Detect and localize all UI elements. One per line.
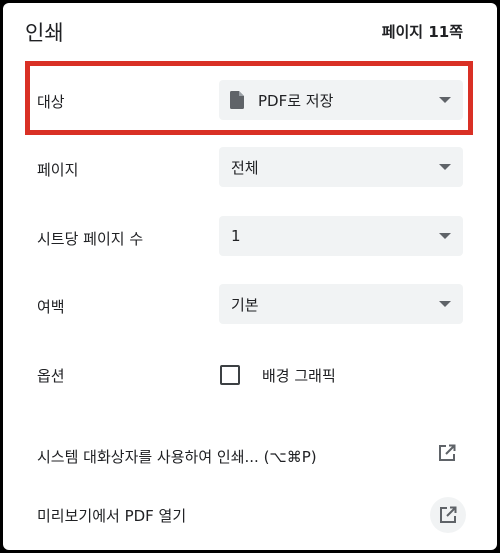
- pages-label: 페이지: [37, 161, 79, 179]
- destination-value: PDF로 저장: [258, 91, 334, 110]
- page-count: 페이지 11쪽: [381, 23, 463, 41]
- chevron-down-icon: [439, 301, 451, 307]
- margins-select[interactable]: 기본: [219, 284, 463, 324]
- margins-value: 기본: [231, 295, 259, 314]
- pages-per-sheet-label: 시트당 페이지 수: [37, 230, 144, 248]
- margins-label: 여백: [37, 298, 65, 316]
- pages-per-sheet-select[interactable]: 1: [219, 216, 463, 256]
- open-in-preview-link[interactable]: 미리보기에서 PDF 열기: [37, 505, 186, 526]
- destination-select[interactable]: PDF로 저장: [219, 80, 463, 120]
- open-external-icon[interactable]: [439, 506, 457, 524]
- pages-per-sheet-value: 1: [231, 227, 241, 245]
- pages-select[interactable]: 전체: [219, 147, 463, 187]
- file-icon: [230, 91, 244, 109]
- pages-value: 전체: [231, 158, 259, 177]
- background-graphics-label[interactable]: 배경 그래픽: [262, 365, 336, 386]
- destination-label: 대상: [37, 93, 65, 111]
- chevron-down-icon: [439, 233, 451, 239]
- dialog-title: 인쇄: [25, 21, 64, 45]
- background-graphics-checkbox[interactable]: [220, 365, 240, 385]
- system-dialog-link[interactable]: 시스템 대화상자를 사용하여 인쇄... (⌥⌘P): [37, 446, 317, 467]
- print-dialog: 인쇄 페이지 11쪽 대상 PDF로 저장 페이지 전체 시트당 페이지 수 1…: [3, 3, 497, 550]
- open-external-icon[interactable]: [438, 444, 456, 462]
- chevron-down-icon: [439, 97, 451, 103]
- options-label: 옵션: [37, 367, 65, 385]
- chevron-down-icon: [439, 164, 451, 170]
